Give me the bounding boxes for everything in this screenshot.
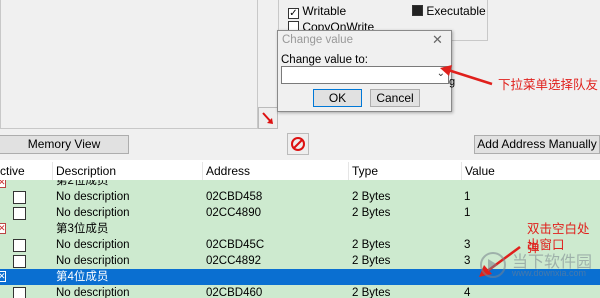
column-active[interactable]: ctive (0, 162, 53, 180)
row-address: 02CC4890 (206, 207, 261, 219)
row-type: 2 Bytes (352, 191, 391, 203)
x-mark-icon: ✕ (0, 223, 6, 234)
row-address: 02CBD45C (206, 239, 265, 251)
dialog-title: Change value (282, 34, 353, 46)
x-mark-icon: ✕ (0, 180, 6, 188)
group-box (0, 0, 258, 129)
close-icon[interactable]: ✕ (432, 32, 443, 48)
executable-label: Executable (426, 4, 486, 18)
value-dropdown[interactable]: ⌄ (281, 66, 449, 84)
table-row[interactable]: No description 02CC4890 2 Bytes 1 (0, 205, 600, 221)
row-type: 2 Bytes (352, 255, 391, 267)
annotation-arrow-dropdown (440, 65, 493, 86)
row-value: 1 (464, 207, 471, 219)
writable-option[interactable]: Writable (288, 4, 346, 19)
active-checkbox[interactable] (13, 255, 26, 268)
change-value-dialog: Change value ✕ Change value to: ⌄ g OK C… (277, 30, 455, 112)
row-value: 1 (464, 191, 471, 203)
row-description: No description (56, 207, 130, 219)
active-checkbox[interactable] (13, 239, 26, 252)
watermark-url: www.downxia.com (512, 268, 587, 278)
row-address: 02CC4892 (206, 255, 261, 267)
cancel-button[interactable]: Cancel (370, 89, 420, 107)
active-checkbox[interactable] (13, 207, 26, 220)
row-description: 第2位成员 (56, 180, 109, 187)
row-description: No description (56, 239, 130, 251)
change-value-label: Change value to: (281, 54, 368, 66)
pointer-scan-button[interactable] (258, 107, 278, 129)
row-value: 4 (464, 287, 471, 298)
row-address: 02CBD460 (206, 287, 263, 298)
table-row[interactable]: No description 02CBD458 2 Bytes 1 (0, 189, 600, 205)
column-type[interactable]: Type (349, 162, 462, 180)
writable-label: Writable (302, 4, 347, 18)
column-description[interactable]: Description (53, 162, 203, 180)
row-value: 3 (464, 255, 471, 267)
column-value[interactable]: Value (462, 162, 600, 180)
table-row[interactable]: ✕ 第2位成员 (0, 180, 600, 189)
row-description: 第3位成员 (56, 223, 109, 235)
row-type: 2 Bytes (352, 287, 391, 298)
writable-checkbox[interactable] (288, 8, 299, 19)
executable-checkbox[interactable] (412, 5, 423, 16)
add-address-manually-button[interactable]: Add Address Manually (474, 135, 600, 154)
row-description: 第4位成员 (56, 271, 109, 283)
row-type: 2 Bytes (352, 207, 391, 219)
column-address[interactable]: Address (203, 162, 349, 180)
clear-list-button[interactable] (287, 133, 309, 155)
memory-view-button[interactable]: Memory View (0, 135, 129, 154)
red-arrow-icon (262, 112, 273, 124)
row-description: No description (56, 191, 130, 203)
row-address: 02CBD458 (206, 191, 263, 203)
active-checkbox[interactable] (13, 287, 26, 298)
x-mark-icon: ✕ (0, 271, 6, 282)
row-value: 3 (464, 239, 471, 251)
active-checkbox[interactable] (13, 191, 26, 204)
no-entry-icon (291, 137, 305, 151)
watermark: 当下软件园 www.downxia.com (476, 234, 600, 296)
table-header: ctive Description Address Type Value (0, 162, 600, 181)
dropdown-hint-text: 下拉菜单选择队友 (498, 77, 599, 92)
executable-option[interactable]: Executable (412, 4, 486, 18)
row-type: 2 Bytes (352, 239, 391, 251)
row-description: No description (56, 287, 130, 298)
row-description: No description (56, 255, 130, 267)
watermark-logo-icon (480, 252, 506, 278)
ok-button[interactable]: OK (313, 89, 362, 107)
